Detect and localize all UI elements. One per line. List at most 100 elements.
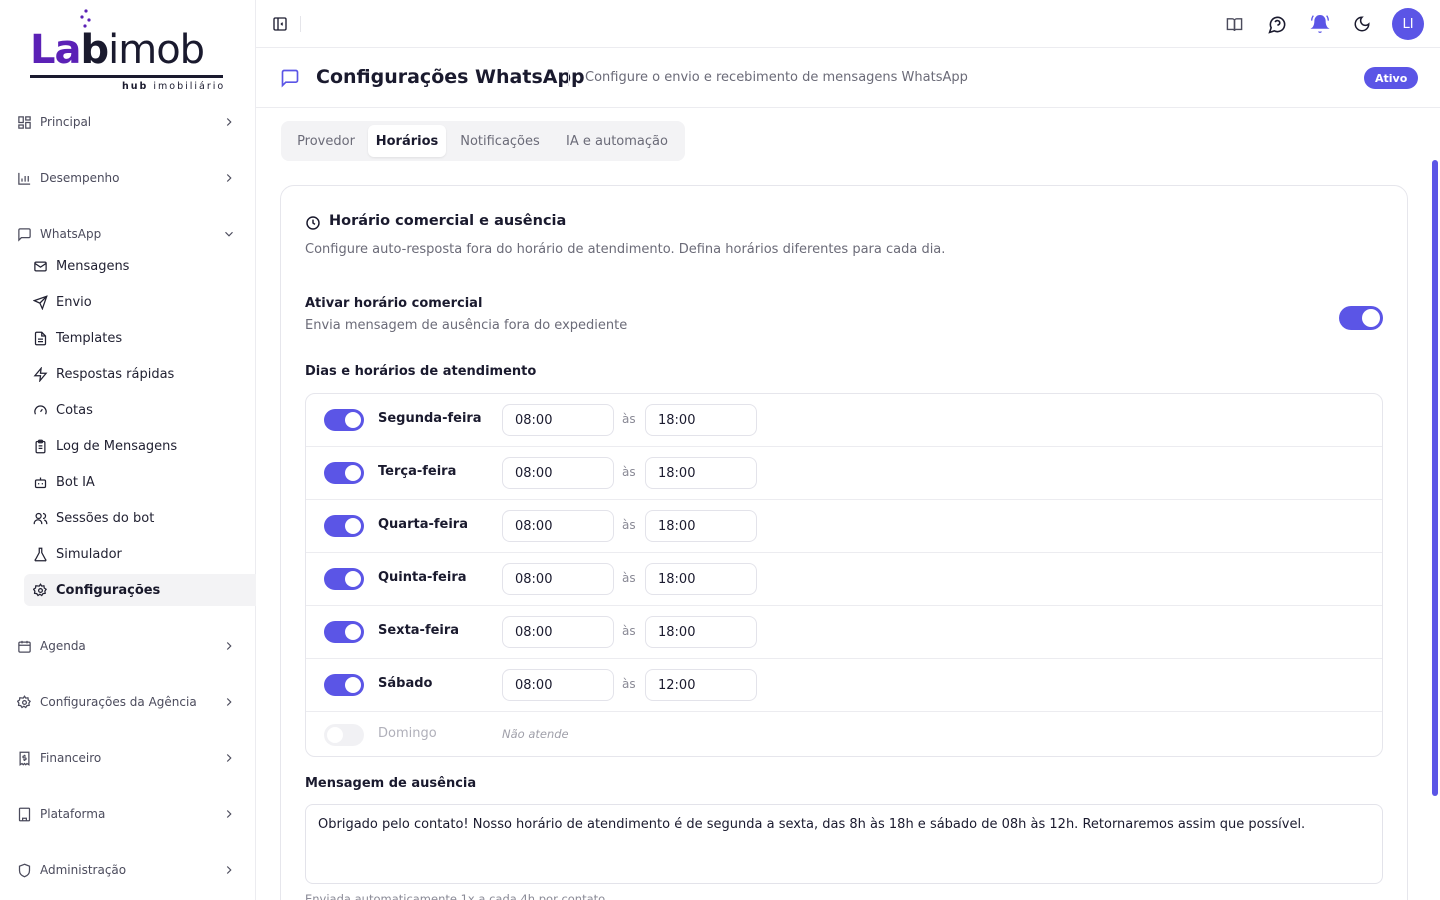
absence-message-label: Mensagem de ausência	[305, 776, 477, 791]
sidebar-item-label: Simulador	[56, 546, 122, 562]
tab-notificacoes[interactable]: Notificações	[449, 125, 551, 157]
zap-icon	[32, 366, 48, 382]
sidebar-item-configuracoes[interactable]: Configurações	[24, 574, 256, 606]
day-toggle[interactable]	[324, 409, 364, 431]
start-time-input[interactable]: 08:00	[502, 457, 614, 489]
enable-business-hours-toggle[interactable]	[1339, 306, 1383, 330]
sidebar-group-label: WhatsApp	[40, 227, 102, 241]
send-icon	[32, 294, 48, 310]
sidebar-group-financeiro[interactable]: Financeiro	[0, 742, 256, 774]
sidebar-group-whatsapp[interactable]: WhatsApp	[0, 218, 256, 250]
tab-ia-automacao[interactable]: IA e automação	[555, 125, 679, 157]
sidebar-group-label: Financeiro	[40, 751, 102, 765]
day-name: Domingo	[378, 726, 437, 741]
absence-message-note: Enviada automaticamente 1x a cada 4h por…	[305, 892, 606, 900]
chevron-right-icon	[226, 642, 232, 650]
start-time-input[interactable]: 08:00	[502, 616, 614, 648]
sidebar-item-bot-ia[interactable]: Bot IA	[24, 466, 256, 498]
sidebar-item-templates[interactable]: Templates	[24, 322, 256, 354]
avatar[interactable]: LI	[1392, 8, 1424, 40]
settings-icon	[17, 694, 32, 710]
absence-message-textarea[interactable]: Obrigado pelo contato! Nosso horário de …	[305, 804, 1383, 884]
page-description: Configure o envio e recebimento de mensa…	[585, 70, 968, 85]
sidebar-group-configuracoes-agencia[interactable]: Configurações da Agência	[0, 686, 256, 718]
closed-status: Não atende	[502, 727, 569, 741]
sidebar-item-sessoes-do-bot[interactable]: Sessões do bot	[24, 502, 256, 534]
sidebar-group-administracao[interactable]: Administração	[0, 854, 256, 886]
settings-icon	[32, 582, 48, 598]
mail-icon	[32, 258, 48, 274]
header-separator	[568, 70, 569, 86]
end-time-input[interactable]: 18:00	[645, 457, 757, 489]
sidebar-toggle-icon[interactable]	[272, 16, 288, 32]
day-toggle[interactable]	[324, 462, 364, 484]
sidebar-group-label: Agenda	[40, 639, 86, 653]
day-row: Quarta-feira 08:00 às 18:00	[306, 500, 1382, 553]
time-separator: às	[622, 518, 636, 532]
sidebar-item-mensagens[interactable]: Mensagens	[24, 250, 256, 282]
day-toggle[interactable]	[324, 568, 364, 590]
day-toggle[interactable]	[324, 674, 364, 696]
bell-ringing-icon[interactable]	[1310, 14, 1330, 34]
time-separator: às	[622, 465, 636, 479]
end-time-input[interactable]: 18:00	[645, 404, 757, 436]
help-chat-icon[interactable]	[1267, 14, 1287, 34]
sidebar-item-cotas[interactable]: Cotas	[24, 394, 256, 426]
chevron-right-icon	[226, 754, 232, 762]
sidebar-group-desempenho[interactable]: Desempenho	[0, 162, 256, 194]
calendar-icon	[17, 639, 32, 654]
day-toggle[interactable]	[324, 621, 364, 643]
start-time-input[interactable]: 08:00	[502, 669, 614, 701]
sidebar-group-agenda[interactable]: Agenda	[0, 630, 256, 662]
tab-horarios[interactable]: Horários	[368, 125, 446, 157]
message-square-icon	[281, 69, 299, 88]
chevron-right-icon	[226, 118, 232, 126]
sidebar-group-principal[interactable]: Principal	[0, 106, 256, 138]
book-open-icon[interactable]	[1224, 14, 1244, 34]
start-time-input[interactable]: 08:00	[502, 510, 614, 542]
day-name: Sábado	[378, 676, 433, 691]
sidebar-item-label: Templates	[56, 330, 123, 346]
sidebar-item-simulador[interactable]: Simulador	[24, 538, 256, 570]
day-row: Sexta-feira 08:00 às 18:00	[306, 606, 1382, 659]
day-toggle[interactable]	[324, 724, 364, 746]
labimob-logo[interactable]: Labimob hub imobiliário	[30, 8, 230, 94]
day-name: Quarta-feira	[378, 517, 468, 532]
end-time-input[interactable]: 18:00	[645, 510, 757, 542]
sidebar-item-respostas-rapidas[interactable]: Respostas rápidas	[24, 358, 256, 390]
sidebar-group-plataforma[interactable]: Plataforma	[0, 798, 256, 830]
sidebar-item-label: Mensagens	[56, 258, 130, 274]
days-schedule-list: Segunda-feira 08:00 às 18:00 Terça-feira…	[305, 393, 1383, 757]
shield-icon	[17, 863, 32, 878]
status-badge: Ativo	[1364, 67, 1419, 89]
sidebar-group-label: Administração	[40, 863, 127, 877]
time-separator: às	[622, 412, 636, 426]
day-name: Quinta-feira	[378, 570, 467, 585]
page-title: Configurações WhatsApp	[316, 66, 585, 88]
end-time-input[interactable]: 12:00	[645, 669, 757, 701]
card-title: Horário comercial e ausência	[329, 213, 567, 229]
settings-tabs: Provedor Horários Notificações IA e auto…	[281, 121, 685, 161]
end-time-input[interactable]: 18:00	[645, 563, 757, 595]
bar-chart-icon	[17, 171, 32, 186]
receipt-icon	[17, 751, 32, 766]
message-square-icon	[17, 227, 32, 242]
time-separator: às	[622, 571, 636, 585]
day-row: Terça-feira 08:00 às 18:00	[306, 447, 1382, 500]
sidebar-item-envio[interactable]: Envio	[24, 286, 256, 318]
chevron-down-icon	[225, 231, 233, 237]
sidebar-group-label: Plataforma	[40, 807, 106, 821]
end-time-input[interactable]: 18:00	[645, 616, 757, 648]
topbar: LI	[256, 0, 1440, 48]
day-toggle[interactable]	[324, 515, 364, 537]
days-section-label: Dias e horários de atendimento	[305, 364, 537, 379]
sidebar-group-label: Principal	[40, 115, 92, 129]
tab-provedor[interactable]: Provedor	[287, 125, 365, 157]
sidebar-item-log-de-mensagens[interactable]: Log de Mensagens	[24, 430, 256, 462]
start-time-input[interactable]: 08:00	[502, 563, 614, 595]
logo-wordmark: Labimob	[30, 27, 205, 73]
start-time-input[interactable]: 08:00	[502, 404, 614, 436]
scrollbar[interactable]	[1432, 160, 1438, 796]
grid-icon	[17, 115, 32, 130]
moon-icon[interactable]	[1352, 14, 1372, 34]
